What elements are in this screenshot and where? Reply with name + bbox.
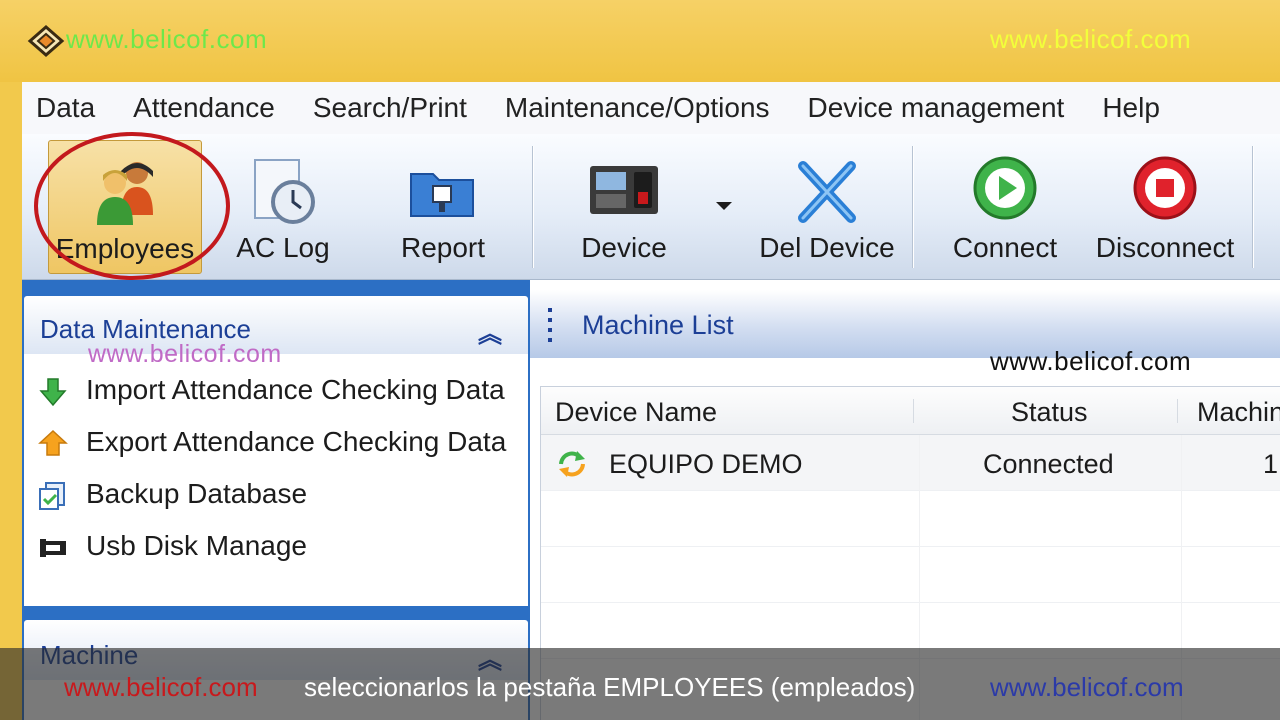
column-divider <box>913 399 914 423</box>
device-label: Device <box>581 232 667 263</box>
watermark-top-right: www.belicof.com <box>990 24 1192 54</box>
table-header: Device Name Status Machin <box>541 387 1280 435</box>
column-status[interactable]: Status <box>1011 397 1088 428</box>
subtitle-bar: www.belicof.com seleccionarlos la pestañ… <box>0 648 1280 720</box>
toolbar-separator <box>1252 146 1254 268</box>
disconnect-label: Disconnect <box>1095 232 1235 263</box>
export-attendance-item[interactable]: Export Attendance Checking Data <box>24 416 528 468</box>
subtitle-watermark-left: www.belicof.com <box>64 672 258 702</box>
import-attendance-label: Import Attendance Checking Data <box>86 374 505 405</box>
del-device-button[interactable]: Del Device <box>752 140 902 274</box>
backup-database-item[interactable]: Backup Database <box>24 468 528 520</box>
export-attendance-label: Export Attendance Checking Data <box>86 426 507 457</box>
connect-label: Connect <box>952 232 1058 263</box>
stop-icon <box>1133 156 1197 220</box>
table-row[interactable]: EQUIPO DEMO Connected 1 <box>541 435 1280 491</box>
menu-help[interactable]: Help <box>1083 82 1179 134</box>
watermark-right-panel: www.belicof.com <box>990 346 1192 376</box>
import-arrow-icon <box>39 378 67 407</box>
del-device-label: Del Device <box>759 232 895 263</box>
clock-document-icon <box>254 159 315 224</box>
column-machine[interactable]: Machin <box>1197 397 1280 428</box>
ac-log-label: AC Log <box>236 232 330 263</box>
delete-x-icon <box>798 161 856 223</box>
machine-list-title: Machine List <box>582 310 734 340</box>
export-arrow-icon <box>38 429 68 456</box>
watermark-top-left: www.belicof.com <box>66 24 268 54</box>
collapse-chevron-icon[interactable]: ︽ <box>478 314 502 349</box>
status-cell: Connected <box>983 449 1114 479</box>
report-button[interactable]: Report <box>378 140 508 274</box>
connect-button[interactable]: Connect <box>942 140 1068 274</box>
machine-number-cell: 1 <box>1263 449 1279 479</box>
column-divider <box>1177 399 1178 423</box>
device-dropdown-arrow-icon[interactable] <box>714 200 734 212</box>
menu-maintenance-options[interactable]: Maintenance/Options <box>486 82 789 134</box>
data-maintenance-list: Import Attendance Checking Data Export A… <box>24 354 528 606</box>
subtitle-text: seleccionarlos la pestaña EMPLOYEES (emp… <box>304 672 916 702</box>
toolbar-separator <box>532 146 534 268</box>
backup-database-label: Backup Database <box>86 478 308 509</box>
app-icon <box>27 25 65 57</box>
usb-icon <box>40 539 66 557</box>
menu-bar: Data Attendance Search/Print Maintenance… <box>22 82 1280 134</box>
column-device-name[interactable]: Device Name <box>555 397 717 428</box>
usb-disk-manage-item[interactable]: Usb Disk Manage <box>24 520 528 572</box>
highlight-circle-annotation <box>34 132 230 280</box>
device-name-cell: EQUIPO DEMO <box>609 449 803 479</box>
import-attendance-item[interactable]: Import Attendance Checking Data <box>24 364 528 416</box>
menu-data[interactable]: Data <box>22 82 114 134</box>
device-terminal-icon <box>590 166 658 214</box>
disconnect-button[interactable]: Disconnect <box>1088 140 1242 274</box>
watermark-left-panel: www.belicof.com <box>88 340 282 368</box>
title-bar: www.belicof.com www.belicof.com <box>0 0 1280 82</box>
menu-search-print[interactable]: Search/Print <box>294 82 486 134</box>
menu-attendance[interactable]: Attendance <box>114 82 294 134</box>
menu-device-management[interactable]: Device management <box>789 82 1084 134</box>
backup-icon <box>39 482 65 510</box>
toolbar-separator <box>912 146 914 268</box>
table-row <box>541 491 1280 547</box>
report-label: Report <box>400 232 486 263</box>
report-folder-icon <box>410 173 474 217</box>
usb-disk-manage-label: Usb Disk Manage <box>86 530 307 561</box>
play-icon <box>973 156 1037 220</box>
ac-log-button[interactable]: AC Log <box>218 140 348 274</box>
grip-icon <box>548 308 554 342</box>
table-row <box>541 547 1280 603</box>
subtitle-watermark-right: www.belicof.com <box>990 672 1184 702</box>
connected-sync-icon <box>559 451 585 477</box>
device-button[interactable]: Device <box>566 140 682 274</box>
